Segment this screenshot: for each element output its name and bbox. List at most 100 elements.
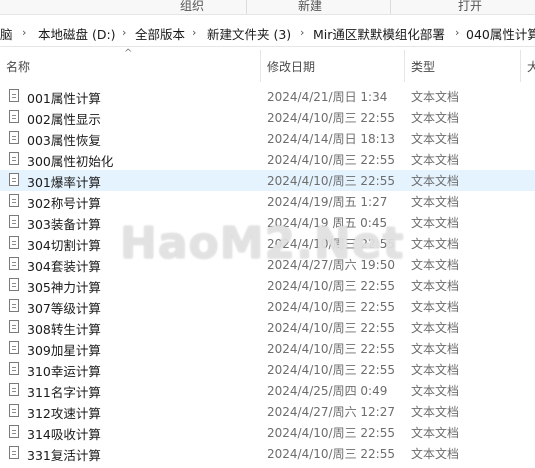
file-date: 2024/4/10/周三 22:55 bbox=[267, 153, 395, 167]
text-document-icon bbox=[9, 257, 19, 270]
chevron-right-icon[interactable]: › bbox=[192, 26, 196, 39]
file-row[interactable]: 001属性计算 2024/4/21/周日 1:34 文本文档 bbox=[0, 86, 535, 107]
column-divider[interactable] bbox=[260, 50, 261, 82]
file-name: 310幸运计算 bbox=[27, 364, 101, 379]
file-type: 文本文档 bbox=[411, 405, 460, 419]
address-bar[interactable]: 脑 › 本地磁盘 (D:) › 全部版本 › 新建文件夹 (3) › Mir通区… bbox=[0, 20, 535, 47]
file-date: 2024/4/10/周三 22:55 bbox=[267, 342, 395, 356]
file-date: 2024/4/27/周六 19:50 bbox=[267, 258, 395, 272]
file-date: 2024/4/21/周日 1:34 bbox=[267, 90, 388, 104]
breadcrumb-item[interactable]: 本地磁盘 (D:) bbox=[38, 24, 116, 43]
text-document-icon bbox=[9, 236, 19, 249]
file-row[interactable]: 307等级计算 2024/4/10/周三 22:55 文本文档 bbox=[0, 296, 535, 317]
file-name: 300属性初始化 bbox=[27, 154, 114, 169]
file-row[interactable]: 304套装计算 2024/4/27/周六 19:50 文本文档 bbox=[0, 254, 535, 275]
text-document-icon bbox=[9, 362, 19, 375]
file-date: 2024/4/10/周三 22:55 bbox=[267, 300, 395, 314]
breadcrumb-item[interactable]: 040属性计算 bbox=[466, 24, 535, 43]
text-document-icon bbox=[9, 152, 19, 165]
column-header-size[interactable]: 大 bbox=[527, 58, 535, 75]
sort-ascending-icon: ^ bbox=[124, 48, 133, 59]
file-date: 2024/4/10/周三 22:55 bbox=[267, 447, 395, 461]
chevron-right-icon[interactable]: › bbox=[300, 26, 304, 39]
ribbon-group-new: 新建 bbox=[298, 0, 323, 13]
chevron-right-icon[interactable]: › bbox=[22, 26, 26, 39]
ribbon-group-organize: 组织 bbox=[180, 0, 205, 13]
column-divider[interactable] bbox=[520, 50, 521, 82]
file-row[interactable]: 311名字计算 2024/4/25/周四 0:49 文本文档 bbox=[0, 380, 535, 401]
file-date: 2024/4/19 周五 0:45 bbox=[267, 216, 388, 230]
chevron-right-icon[interactable]: › bbox=[122, 26, 126, 39]
file-date: 2024/4/10/周三 22:55 bbox=[267, 426, 395, 440]
file-date: 2024/4/27/周六 12:27 bbox=[267, 405, 395, 419]
file-date: 2024/4/25/周四 0:49 bbox=[267, 384, 388, 398]
file-row[interactable]: 302称号计算 2024/4/19/周五 1:27 文本文档 bbox=[0, 191, 535, 212]
text-document-icon bbox=[9, 446, 19, 459]
file-name: 304套装计算 bbox=[27, 259, 101, 274]
file-type: 文本文档 bbox=[411, 153, 460, 167]
file-row[interactable]: 305神力计算 2024/4/10/周三 22:55 文本文档 bbox=[0, 275, 535, 296]
file-name: 304切割计算 bbox=[27, 238, 101, 253]
file-name: 302称号计算 bbox=[27, 196, 101, 211]
file-type: 文本文档 bbox=[411, 237, 460, 251]
file-name: 308转生计算 bbox=[27, 322, 101, 337]
breadcrumb-item[interactable]: Mir通区默默模组化部署 bbox=[313, 24, 445, 43]
text-document-icon bbox=[9, 341, 19, 354]
file-type: 文本文档 bbox=[411, 258, 460, 272]
file-row[interactable]: 003属性恢复 2024/4/14/周日 18:13 文本文档 bbox=[0, 128, 535, 149]
chevron-right-icon[interactable]: › bbox=[455, 26, 459, 39]
text-document-icon bbox=[9, 131, 19, 144]
file-name: 312攻速计算 bbox=[27, 406, 101, 421]
file-type: 文本文档 bbox=[411, 90, 460, 104]
file-date: 2024/4/10/周三 22:55 bbox=[267, 321, 395, 335]
column-header-type[interactable]: 类型 bbox=[411, 58, 435, 75]
file-row[interactable]: 331复活计算 2024/4/10/周三 22:55 文本文档 bbox=[0, 443, 535, 464]
file-type: 文本文档 bbox=[411, 174, 460, 188]
text-document-icon bbox=[9, 215, 19, 228]
file-date: 2024/4/10/周三 22:55 bbox=[267, 363, 395, 377]
file-row[interactable]: 309加星计算 2024/4/10/周三 22:55 文本文档 bbox=[0, 338, 535, 359]
ribbon-group-open: 打开 bbox=[458, 0, 483, 13]
file-name: 314吸收计算 bbox=[27, 427, 101, 442]
ribbon-divider bbox=[246, 0, 247, 14]
file-date: 2024/4/10/周三 22:55 bbox=[267, 174, 395, 188]
file-type: 文本文档 bbox=[411, 426, 460, 440]
breadcrumb-item[interactable]: 新建文件夹 (3) bbox=[207, 24, 291, 43]
file-row[interactable]: 314吸收计算 2024/4/10/周三 22:55 文本文档 bbox=[0, 422, 535, 443]
breadcrumb-item[interactable]: 全部版本 bbox=[135, 24, 185, 43]
file-name: 301爆率计算 bbox=[27, 175, 101, 190]
file-type: 文本文档 bbox=[411, 195, 460, 209]
text-document-icon bbox=[9, 425, 19, 438]
file-name: 309加星计算 bbox=[27, 343, 101, 358]
file-row[interactable]: 304切割计算 2024/4/10/周三 22:55 文本文档 bbox=[0, 233, 535, 254]
file-type: 文本文档 bbox=[411, 363, 460, 377]
file-date: 2024/4/10/周三 22:55 bbox=[267, 111, 395, 125]
file-row[interactable]: 300属性初始化 2024/4/10/周三 22:55 文本文档 bbox=[0, 149, 535, 170]
file-row[interactable]: 312攻速计算 2024/4/27/周六 12:27 文本文档 bbox=[0, 401, 535, 422]
file-type: 文本文档 bbox=[411, 279, 460, 293]
column-header-date[interactable]: 修改日期 bbox=[267, 58, 315, 75]
file-type: 文本文档 bbox=[411, 342, 460, 356]
file-date: 2024/4/10/周三 22:55 bbox=[267, 237, 395, 251]
file-row[interactable]: 002属性显示 2024/4/10/周三 22:55 文本文档 bbox=[0, 107, 535, 128]
file-row-selected[interactable]: 301爆率计算 2024/4/10/周三 22:55 文本文档 bbox=[0, 170, 535, 191]
file-type: 文本文档 bbox=[411, 111, 460, 125]
file-type: 文本文档 bbox=[411, 132, 460, 146]
file-name: 307等级计算 bbox=[27, 301, 101, 316]
file-row[interactable]: 310幸运计算 2024/4/10/周三 22:55 文本文档 bbox=[0, 359, 535, 380]
text-document-icon bbox=[9, 404, 19, 417]
breadcrumb-item[interactable]: 脑 bbox=[0, 24, 13, 43]
file-date: 2024/4/19/周五 1:27 bbox=[267, 195, 388, 209]
text-document-icon bbox=[9, 383, 19, 396]
file-type: 文本文档 bbox=[411, 384, 460, 398]
text-document-icon bbox=[9, 194, 19, 207]
file-type: 文本文档 bbox=[411, 447, 460, 461]
file-name: 002属性显示 bbox=[27, 112, 101, 127]
column-divider[interactable] bbox=[404, 50, 405, 82]
file-row[interactable]: 303装备计算 2024/4/19 周五 0:45 文本文档 bbox=[0, 212, 535, 233]
file-name: 311名字计算 bbox=[27, 385, 101, 400]
file-row[interactable]: 308转生计算 2024/4/10/周三 22:55 文本文档 bbox=[0, 317, 535, 338]
file-name: 003属性恢复 bbox=[27, 133, 101, 148]
file-date: 2024/4/10/周三 22:55 bbox=[267, 279, 395, 293]
column-header-name[interactable]: 名称 bbox=[6, 58, 30, 75]
